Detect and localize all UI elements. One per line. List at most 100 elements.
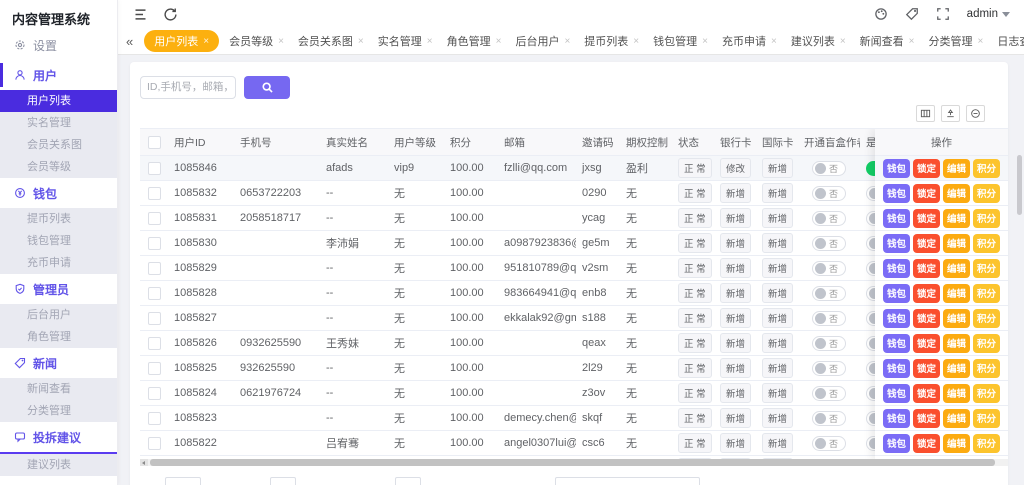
edit-button[interactable]: 编辑 bbox=[943, 259, 970, 278]
status-button[interactable]: 正 常 bbox=[678, 308, 712, 328]
user-menu[interactable]: admin bbox=[967, 8, 1010, 20]
blindbox-toggle[interactable]: 否 bbox=[812, 436, 846, 451]
points-button[interactable]: 积分 bbox=[973, 284, 1000, 303]
blindbox-toggle[interactable]: 否 bbox=[812, 336, 846, 351]
bank-card-button[interactable]: 新增 bbox=[720, 258, 751, 278]
sidebar-group-feedback[interactable]: 投拆建议 bbox=[0, 422, 117, 452]
tab-4[interactable]: 角色管理× bbox=[440, 33, 509, 49]
bank-card-button[interactable]: 新增 bbox=[720, 208, 751, 228]
lock-button[interactable]: 锁定 bbox=[913, 209, 940, 228]
tab-close-icon[interactable]: × bbox=[358, 36, 364, 47]
row-checkbox[interactable] bbox=[148, 287, 161, 300]
sidebar-item-news-view[interactable]: 新闻查看 bbox=[0, 378, 117, 400]
status-button[interactable]: 正 常 bbox=[678, 208, 712, 228]
blindbox-toggle[interactable]: 否 bbox=[812, 261, 846, 276]
wallet-button[interactable]: 钱包 bbox=[883, 284, 910, 303]
edit-button[interactable]: 编辑 bbox=[943, 409, 970, 428]
tab-close-icon[interactable]: × bbox=[633, 36, 639, 47]
status-button[interactable]: 正 常 bbox=[678, 158, 712, 178]
row-checkbox[interactable] bbox=[148, 162, 161, 175]
lock-button[interactable]: 锁定 bbox=[913, 284, 940, 303]
sidebar-item-withdraw-list[interactable]: 提币列表 bbox=[0, 208, 117, 230]
tag-icon[interactable] bbox=[905, 7, 919, 21]
wallet-button[interactable]: 钱包 bbox=[883, 159, 910, 178]
blindbox-toggle[interactable]: 否 bbox=[812, 161, 846, 176]
sidebar-item-role-manage[interactable]: 角色管理 bbox=[0, 326, 117, 348]
blindbox-toggle[interactable]: 否 bbox=[812, 361, 846, 376]
points-button[interactable]: 积分 bbox=[973, 384, 1000, 403]
sidebar-group-settings[interactable]: 设置 bbox=[0, 30, 117, 60]
sidebar-group-users[interactable]: 用户 bbox=[0, 60, 117, 90]
blindbox-toggle[interactable]: 否 bbox=[812, 411, 846, 426]
intl-card-button[interactable]: 新增 bbox=[762, 308, 793, 328]
wallet-button[interactable]: 钱包 bbox=[883, 434, 910, 453]
tab-close-icon[interactable]: × bbox=[278, 36, 284, 47]
bank-card-button[interactable]: 新增 bbox=[720, 333, 751, 353]
points-button[interactable]: 积分 bbox=[973, 359, 1000, 378]
wallet-button[interactable]: 钱包 bbox=[883, 259, 910, 278]
status-button[interactable]: 正 常 bbox=[678, 333, 712, 353]
bank-card-button[interactable]: 新增 bbox=[720, 283, 751, 303]
bank-card-button[interactable]: 新增 bbox=[720, 183, 751, 203]
select-all-checkbox[interactable] bbox=[148, 136, 161, 149]
row-checkbox[interactable] bbox=[148, 187, 161, 200]
tab-close-icon[interactable]: × bbox=[702, 36, 708, 47]
row-checkbox[interactable] bbox=[148, 262, 161, 275]
intl-card-button[interactable]: 新增 bbox=[762, 408, 793, 428]
edit-button[interactable]: 编辑 bbox=[943, 234, 970, 253]
wallet-button[interactable]: 钱包 bbox=[883, 409, 910, 428]
intl-card-button[interactable]: 新增 bbox=[762, 283, 793, 303]
lock-button[interactable]: 锁定 bbox=[913, 409, 940, 428]
intl-card-button[interactable]: 新增 bbox=[762, 158, 793, 178]
tab-close-icon[interactable]: × bbox=[909, 36, 915, 47]
row-checkbox[interactable] bbox=[148, 337, 161, 350]
sidebar-item-member-relations[interactable]: 会员关系图 bbox=[0, 134, 117, 156]
edit-button[interactable]: 编辑 bbox=[943, 209, 970, 228]
tab-9[interactable]: 建议列表× bbox=[784, 33, 853, 49]
points-button[interactable]: 积分 bbox=[973, 309, 1000, 328]
sidebar-item-realname-manage[interactable]: 实名管理 bbox=[0, 112, 117, 134]
tab-7[interactable]: 钱包管理× bbox=[646, 33, 715, 49]
row-checkbox[interactable] bbox=[148, 362, 161, 375]
row-checkbox[interactable] bbox=[148, 312, 161, 325]
wallet-button[interactable]: 钱包 bbox=[883, 309, 910, 328]
sidebar-item-user-list[interactable]: 用户列表 bbox=[0, 90, 117, 112]
tab-11[interactable]: 分类管理× bbox=[922, 33, 991, 49]
tab-close-icon[interactable]: × bbox=[427, 36, 433, 47]
pagination-box[interactable] bbox=[395, 477, 421, 485]
edit-button[interactable]: 编辑 bbox=[943, 284, 970, 303]
bank-card-button[interactable]: 修改 bbox=[720, 158, 751, 178]
blindbox-toggle[interactable]: 否 bbox=[812, 286, 846, 301]
tab-close-icon[interactable]: × bbox=[203, 36, 209, 47]
wallet-button[interactable]: 钱包 bbox=[883, 359, 910, 378]
blindbox-toggle[interactable]: 否 bbox=[812, 211, 846, 226]
tab-12[interactable]: 日志查看× bbox=[990, 33, 1024, 49]
intl-card-button[interactable]: 新增 bbox=[762, 208, 793, 228]
intl-card-button[interactable]: 新增 bbox=[762, 233, 793, 253]
row-checkbox[interactable] bbox=[148, 412, 161, 425]
edit-button[interactable]: 编辑 bbox=[943, 434, 970, 453]
row-checkbox[interactable] bbox=[148, 387, 161, 400]
blindbox-toggle[interactable]: 否 bbox=[812, 386, 846, 401]
tab-close-icon[interactable]: × bbox=[978, 36, 984, 47]
lock-button[interactable]: 锁定 bbox=[913, 234, 940, 253]
points-button[interactable]: 积分 bbox=[973, 234, 1000, 253]
points-button[interactable]: 积分 bbox=[973, 209, 1000, 228]
sidebar-item-member-levels[interactable]: 会员等级 bbox=[0, 156, 117, 178]
edit-button[interactable]: 编辑 bbox=[943, 184, 970, 203]
lock-button[interactable]: 锁定 bbox=[913, 434, 940, 453]
tab-10[interactable]: 新闻查看× bbox=[853, 33, 922, 49]
wallet-button[interactable]: 钱包 bbox=[883, 184, 910, 203]
tab-3[interactable]: 实名管理× bbox=[371, 33, 440, 49]
sidebar-group-admins[interactable]: 管理员 bbox=[0, 274, 117, 304]
search-input[interactable] bbox=[140, 76, 236, 99]
columns-icon[interactable] bbox=[916, 105, 935, 122]
edit-button[interactable]: 编辑 bbox=[943, 384, 970, 403]
theme-icon[interactable] bbox=[874, 7, 888, 21]
edit-button[interactable]: 编辑 bbox=[943, 334, 970, 353]
lock-button[interactable]: 锁定 bbox=[913, 359, 940, 378]
sidebar-group-news[interactable]: 新闻 bbox=[0, 348, 117, 378]
lock-button[interactable]: 锁定 bbox=[913, 309, 940, 328]
intl-card-button[interactable]: 新增 bbox=[762, 258, 793, 278]
lock-button[interactable]: 锁定 bbox=[913, 159, 940, 178]
